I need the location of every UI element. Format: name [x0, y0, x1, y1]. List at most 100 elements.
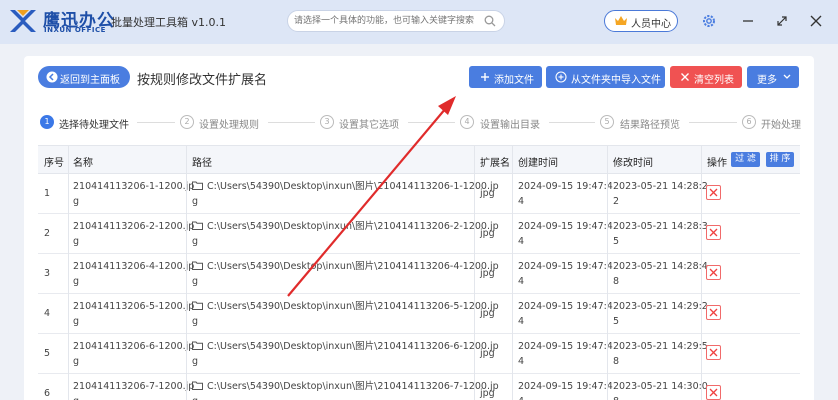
- step-connector: [549, 122, 595, 123]
- file-path: C:\Users\54390\Desktop\inxun\图片\21041411…: [207, 301, 499, 312]
- step-3-label: 设置其它选项: [339, 120, 399, 131]
- file-extension: jpg: [480, 228, 495, 239]
- step-6-label: 开始处理: [761, 120, 801, 131]
- modified-time-wrap: 2: [613, 196, 620, 207]
- file-path-wrap: g: [192, 316, 199, 327]
- file-name: 210414113206-5-1200.jp: [73, 301, 195, 312]
- created-time-wrap: 4: [518, 276, 525, 287]
- user-center-button[interactable]: 人员中心: [604, 10, 678, 32]
- step-6-number: 6: [742, 115, 756, 129]
- file-path-wrap: g: [192, 394, 499, 400]
- modified-time-wrap: 8: [613, 356, 620, 367]
- file-name: 210414113206-6-1200.jp: [73, 341, 195, 352]
- user-center-label: 人员中心: [631, 19, 671, 30]
- search-box[interactable]: [287, 10, 505, 32]
- folder-icon: [192, 301, 203, 310]
- filter-button[interactable]: 过 滤: [731, 152, 760, 167]
- table-row[interactable]: 2 210414113206-2-1200.jp g C:\Users\5439…: [38, 214, 800, 254]
- table-row[interactable]: 5 210414113206-6-1200.jp g C:\Users\5439…: [38, 334, 800, 374]
- maximize-icon[interactable]: [772, 11, 792, 31]
- folder-icon: [192, 221, 203, 230]
- created-time-wrap: 4: [518, 196, 525, 207]
- created-time-wrap: 4: [518, 236, 525, 247]
- add-file-button[interactable]: 添加文件: [469, 66, 542, 88]
- minimize-icon[interactable]: [738, 11, 758, 31]
- step-2-label: 设置处理规则: [199, 120, 259, 131]
- clear-list-button[interactable]: 清空列表: [670, 66, 742, 88]
- folder-icon: [192, 181, 203, 190]
- file-path-wrap: g: [192, 276, 199, 287]
- step-2-number: 2: [180, 115, 194, 129]
- table-row[interactable]: 6 210414113206-7-1200.jp g C:\Users\5439…: [38, 374, 800, 400]
- header-extension: 扩展名: [480, 158, 510, 169]
- created-time: 2024-09-15 19:47:4: [518, 341, 613, 352]
- column-divider: [186, 146, 187, 400]
- main-panel: 返回到主面板 按规则修改文件扩展名 添加文件 从文件夹中导入文件 清空列表 更多…: [24, 56, 814, 400]
- delete-icon[interactable]: [706, 225, 721, 240]
- table-row[interactable]: 3 210414113206-4-1200.jp g C:\Users\5439…: [38, 254, 800, 294]
- file-path-wrap: g: [192, 356, 199, 367]
- delete-icon[interactable]: [706, 385, 721, 400]
- search-input[interactable]: [294, 13, 474, 29]
- header-actions: 操作: [707, 158, 727, 169]
- more-button[interactable]: 更多: [747, 66, 799, 88]
- file-name-wrap: g: [73, 394, 194, 400]
- header-name: 名称: [73, 158, 93, 169]
- file-name-wrap: g: [73, 276, 80, 287]
- table-row[interactable]: 1 210414113206-1-1200.jp g C:\Users\5439…: [38, 174, 800, 214]
- modified-time: 2023-05-21 14:28:4: [613, 261, 708, 272]
- row-index: 6: [44, 388, 51, 399]
- file-name-wrap: g: [73, 236, 80, 247]
- row-index: 5: [44, 348, 51, 359]
- import-folder-button[interactable]: 从文件夹中导入文件: [546, 66, 665, 88]
- delete-icon[interactable]: [706, 345, 721, 360]
- add-file-label: 添加文件: [494, 75, 534, 86]
- step-connector: [137, 122, 175, 123]
- delete-icon[interactable]: [706, 305, 721, 320]
- close-icon[interactable]: [806, 11, 826, 31]
- search-icon[interactable]: [484, 15, 496, 27]
- column-divider: [512, 146, 513, 400]
- modified-time: 2023-05-21 14:28:2: [613, 181, 708, 192]
- delete-icon[interactable]: [706, 185, 721, 200]
- row-index: 1: [44, 188, 51, 199]
- step-connector: [268, 122, 315, 123]
- file-name: 210414113206-2-1200.jp: [73, 221, 195, 232]
- row-index: 4: [44, 308, 51, 319]
- created-time-wrap: 4: [518, 316, 525, 327]
- sort-button[interactable]: 排 序: [766, 152, 794, 167]
- modified-time-wrap: 8: [613, 276, 620, 287]
- file-extension: jpg: [480, 188, 495, 199]
- modified-time-wrap: 8: [613, 394, 708, 400]
- created-time-wrap: 4: [518, 394, 613, 400]
- row-index: 2: [44, 228, 51, 239]
- column-divider: [68, 146, 69, 400]
- header-modified: 修改时间: [613, 158, 653, 169]
- gear-icon[interactable]: [699, 11, 719, 31]
- step-4-number: 4: [460, 115, 474, 129]
- file-path: C:\Users\54390\Desktop\inxun\图片\21041411…: [207, 261, 499, 272]
- back-label: 返回到主面板: [60, 75, 120, 86]
- crown-icon: [615, 16, 627, 25]
- file-extension: jpg: [480, 308, 495, 319]
- step-5-number: 5: [600, 115, 614, 129]
- modified-time: 2023-05-21 14:28:3: [613, 221, 708, 232]
- file-table: 序号 名称 路径 扩展名 创建时间 修改时间 操作 过 滤 排 序 1 2104…: [38, 145, 800, 400]
- logo-icon: [10, 10, 36, 32]
- created-time: 2024-09-15 19:47:4: [518, 181, 613, 192]
- folder-icon: [192, 341, 203, 350]
- file-name: 210414113206-1-1200.jp: [73, 181, 195, 192]
- row-index: 3: [44, 268, 51, 279]
- file-path: C:\Users\54390\Desktop\inxun\图片\21041411…: [207, 341, 499, 352]
- clear-x-icon: [681, 73, 689, 81]
- delete-icon[interactable]: [706, 265, 721, 280]
- file-path-wrap: g: [192, 236, 199, 247]
- title-bar: 鹰迅办公 INXUN OFFICE 批量处理工具箱 v1.0.1 人员中心: [0, 0, 838, 44]
- table-row[interactable]: 4 210414113206-5-1200.jp g C:\Users\5439…: [38, 294, 800, 334]
- step-4-label: 设置输出目录: [480, 120, 540, 131]
- back-button[interactable]: 返回到主面板: [38, 66, 130, 88]
- created-time: 2024-09-15 19:47:4: [518, 261, 613, 272]
- import-folder-label: 从文件夹中导入文件: [571, 75, 661, 86]
- file-path: C:\Users\54390\Desktop\inxun\图片\21041411…: [207, 181, 499, 192]
- column-divider: [701, 146, 702, 400]
